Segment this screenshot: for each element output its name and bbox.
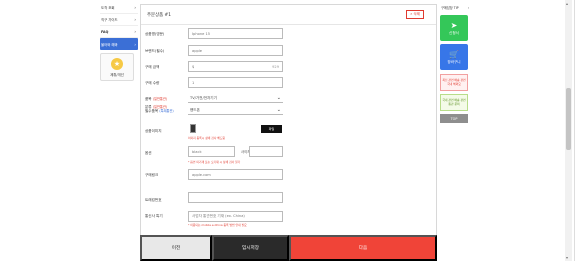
scroll-down-arrow-icon[interactable]: ▾ — [566, 255, 568, 260]
order-form-panel: 주문상품 #1 × 삭제 상품명(영문) Iphone 15 브랜드(필수) a… — [140, 4, 437, 261]
chevron-down-icon: ⌄ — [276, 107, 281, 113]
tip-link[interactable]: 구매담당 TIP › — [440, 3, 470, 12]
left-sidebar: 도착 조회 › 직구 가이드 › FAQ › 물어봐 해봐 › ★ 제휴/개선 — [100, 2, 138, 81]
nav-item-guide[interactable]: 직구 가이드 › — [100, 14, 138, 26]
price-label: 구매 금액 — [145, 65, 160, 69]
option-size-input[interactable] — [249, 146, 283, 157]
cart-icon: 🛒 — [449, 49, 459, 59]
option-label: 옵션 — [145, 151, 152, 155]
quantity-label: 구매 수량 — [145, 81, 160, 85]
application-button[interactable]: ➤ 신청서 — [440, 15, 468, 41]
memo-input[interactable]: 사업자 통관번호 기재 (ex. China) — [188, 211, 283, 222]
bottom-action-bar: 이전 임시저장 다음 — [140, 235, 437, 261]
chevron-right-icon: › — [467, 5, 469, 10]
domestic-shipping-link[interactable]: 국내 관련 배송 관련 통관 문의 — [440, 94, 468, 111]
star-icon: ★ — [111, 57, 123, 70]
nav-item-ask[interactable]: 물어봐 해봐 › — [100, 38, 138, 50]
image-label: 상품이미지 — [145, 129, 162, 133]
nav-item-arrival-check[interactable]: 도착 조회 › — [100, 2, 138, 14]
product-name-input[interactable]: Iphone 15 — [188, 28, 283, 39]
image-thumbnail — [190, 124, 196, 133]
nav-item-label: 도착 조회 — [101, 6, 115, 10]
memo-notice: * 이용되는 mobile·e-China 등록 방법 안내 필요 — [188, 223, 247, 227]
nav-item-label: 물어봐 해봐 — [101, 42, 118, 47]
subcategory-select[interactable]: 핸드폰 ⌄ — [188, 106, 283, 115]
quantity-input[interactable]: 1 — [188, 77, 283, 88]
url-input[interactable]: apple.com — [188, 169, 283, 180]
scroll-up-arrow-icon[interactable]: ▴ — [566, 1, 568, 6]
option-color-input[interactable]: black — [188, 146, 235, 157]
nav-item-faq[interactable]: FAQ › — [100, 26, 138, 38]
product-name-label: 상품명(영문) — [145, 32, 165, 36]
nav-item-label: FAQ — [101, 29, 109, 34]
delete-item-button[interactable]: × 삭제 — [406, 10, 424, 19]
next-button[interactable]: 다음 — [289, 235, 437, 261]
window-edge — [574, 0, 583, 261]
brand-label: 브랜드(필수) — [145, 49, 165, 53]
brand-input[interactable]: apple — [188, 45, 283, 56]
chevron-right-icon: › — [134, 17, 136, 22]
price-input[interactable]: $ 929 — [188, 61, 283, 72]
chevron-right-icon: › — [134, 29, 136, 34]
chevron-right-icon: › — [134, 41, 136, 47]
overseas-shipping-link[interactable]: 최신 관련 배송 관련 국내 해외요 — [440, 74, 468, 91]
category-label: 품목 (일반통관) — [145, 97, 167, 101]
chevron-right-icon: › — [134, 5, 136, 10]
scrollbar-thumb[interactable] — [566, 88, 571, 150]
section-header: 주문상품 #1 × 삭제 — [141, 5, 436, 25]
tracking-label: 트래킹번호 — [145, 198, 162, 202]
paper-plane-icon: ➤ — [450, 20, 458, 30]
partner-box-label: 제휴/개선 — [110, 72, 124, 77]
tracking-input[interactable] — [188, 192, 283, 203]
file-upload-button[interactable]: 파일 — [261, 125, 282, 133]
temp-save-button[interactable]: 임시저장 — [212, 235, 289, 261]
cart-button[interactable]: 🛒 장바구니 — [440, 44, 468, 70]
category-select[interactable]: TV/가전/전자기기 ⌄ — [188, 94, 283, 103]
url-label: 구매링크 — [145, 173, 159, 177]
scroll-top-button[interactable]: TOP — [440, 114, 468, 123]
subcategory-label: 분류 (일반통관) 필수품목 (특례통관) — [145, 105, 174, 114]
memo-label: 통신사 특기 — [145, 214, 163, 218]
prev-button[interactable]: 이전 — [140, 235, 212, 261]
partner-box[interactable]: ★ 제휴/개선 — [100, 53, 134, 81]
section-title: 주문상품 #1 — [147, 12, 172, 18]
nav-item-label: 직구 가이드 — [101, 18, 118, 22]
right-sidebar: 구매담당 TIP › ➤ 신청서 🛒 장바구니 최신 관련 배송 관련 국내 해… — [440, 3, 470, 123]
chevron-down-icon: ⌄ — [276, 95, 281, 101]
page: 도착 조회 › 직구 가이드 › FAQ › 물어봐 해봐 › ★ 제휴/개선 … — [0, 0, 583, 261]
tip-label: 구매담당 TIP — [441, 6, 459, 10]
image-notice: 이미지 등록시 상세 검사 해드림 — [188, 136, 226, 140]
option-notice: * 옵션 미기재 또는 오기재 시 상세 검사 불가 — [188, 160, 241, 164]
